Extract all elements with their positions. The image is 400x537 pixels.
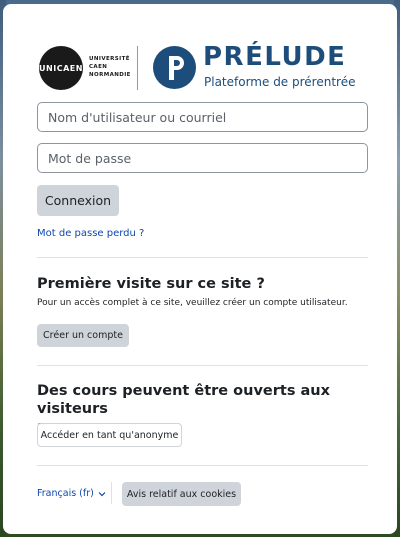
password-input[interactable] xyxy=(37,143,368,173)
unicaen-line-2: CAEN xyxy=(89,64,108,70)
unicaen-name: UNIVERSITÉ CAEN NORMANDIE xyxy=(89,55,131,79)
logo-banner: UNICAEN UNIVERSITÉ CAEN NORMANDIE PRÉLUD… xyxy=(39,42,369,94)
language-label: Français (fr) xyxy=(37,488,94,499)
login-card: UNICAEN UNIVERSITÉ CAEN NORMANDIE PRÉLUD… xyxy=(3,4,397,534)
username-input[interactable] xyxy=(37,102,368,132)
footer-separator xyxy=(111,482,112,504)
guest-heading-line-1: Des cours peuvent être ouverts aux visit… xyxy=(37,383,330,417)
divider xyxy=(37,257,368,258)
divider xyxy=(37,365,368,366)
language-selector[interactable]: Français (fr) xyxy=(37,488,106,499)
unicaen-logo-text: UNICAEN xyxy=(39,63,83,73)
divider xyxy=(37,465,368,466)
guest-login-button[interactable]: Accéder en tant qu'anonyme xyxy=(37,423,182,447)
unicaen-line-3: NORMANDIE xyxy=(89,72,131,78)
forgot-password-link[interactable]: Mot de passe perdu ? xyxy=(37,228,144,239)
prelude-logo-icon xyxy=(153,46,196,89)
first-visit-text: Pour un accès complet à ce site, veuille… xyxy=(37,298,348,308)
prelude-title: PRÉLUDE xyxy=(203,42,347,72)
create-account-button[interactable]: Créer un compte xyxy=(37,324,129,347)
prelude-subtitle: Plateforme de prérentrée xyxy=(204,75,356,89)
first-visit-heading: Première visite sur ce site ? xyxy=(37,276,265,292)
unicaen-line-1: UNIVERSITÉ xyxy=(89,56,130,62)
chevron-down-icon xyxy=(98,491,106,496)
cookie-policy-button[interactable]: Avis relatif aux cookies xyxy=(122,482,241,506)
logo-separator xyxy=(137,46,138,90)
login-button[interactable]: Connexion xyxy=(37,185,119,216)
unicaen-logo: UNICAEN xyxy=(39,46,83,90)
